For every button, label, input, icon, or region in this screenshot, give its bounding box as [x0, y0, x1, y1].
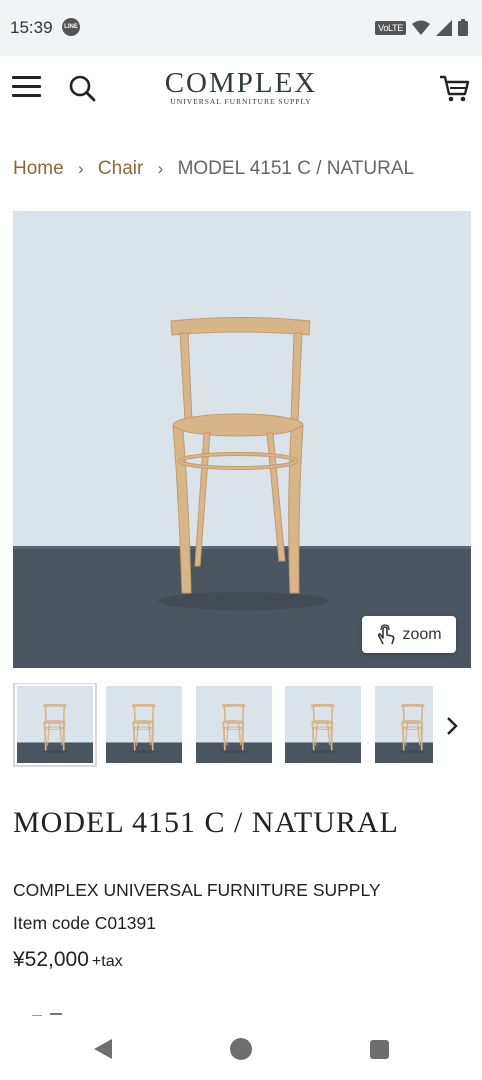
- line-app-icon: LINE: [62, 18, 80, 36]
- volte-icon: VoLTE: [375, 20, 406, 35]
- nav-back-icon[interactable]: [92, 1038, 114, 1060]
- signal-icon: [436, 19, 452, 36]
- breadcrumb-chair[interactable]: Chair: [98, 158, 143, 179]
- thumbnail-next-icon[interactable]: [440, 712, 464, 740]
- breadcrumb: Home › Chair › MODEL 4151 C / NATURAL: [13, 158, 414, 180]
- tax-label: +tax: [91, 953, 123, 970]
- breadcrumb-home[interactable]: Home: [13, 158, 64, 179]
- nav-recents-icon[interactable]: [370, 1040, 389, 1059]
- status-bar: 15:39 LINE VoLTE: [0, 0, 482, 56]
- thumbnail-1[interactable]: [13, 683, 97, 767]
- product-main-image[interactable]: [13, 211, 471, 668]
- product-brand: COMPLEX UNIVERSAL FURNITURE SUPPLY: [13, 880, 381, 900]
- nav-home-icon[interactable]: [230, 1038, 252, 1060]
- thumbnail-2[interactable]: [106, 686, 182, 763]
- menu-icon[interactable]: [12, 72, 42, 102]
- logo-title: COMPLEX: [164, 67, 318, 99]
- search-icon[interactable]: [66, 72, 98, 104]
- thumbnail-3[interactable]: [196, 686, 272, 763]
- chevron-right-icon: ›: [157, 159, 164, 178]
- zoom-button[interactable]: zoom: [362, 616, 456, 653]
- battery-icon: [458, 19, 468, 36]
- product-price: ¥52,000 +tax: [13, 948, 123, 972]
- site-logo[interactable]: COMPLEX UNIVERSAL FURNITURE SUPPLY: [150, 68, 332, 106]
- chevron-right-icon: ›: [77, 159, 84, 178]
- cart-icon[interactable]: [438, 72, 470, 104]
- logo-subtitle: UNIVERSAL FURNITURE SUPPLY: [170, 97, 312, 106]
- zoom-label: zoom: [402, 625, 442, 643]
- product-title: MODEL 4151 C / NATURAL: [13, 806, 399, 839]
- status-time: 15:39: [10, 18, 53, 37]
- wifi-icon: [412, 20, 430, 35]
- thumbnail-strip: [13, 683, 433, 768]
- price-value: ¥52,000: [13, 948, 89, 971]
- site-header: COMPLEX UNIVERSAL FURNITURE SUPPLY: [0, 56, 482, 120]
- status-icons: VoLTE: [375, 19, 468, 36]
- thumbnail-4[interactable]: [285, 686, 361, 763]
- breadcrumb-current: MODEL 4151 C / NATURAL: [177, 158, 415, 179]
- item-code: Item code C01391: [13, 913, 157, 933]
- thumbnail-5[interactable]: [375, 686, 433, 763]
- touch-hand-icon: [378, 623, 395, 644]
